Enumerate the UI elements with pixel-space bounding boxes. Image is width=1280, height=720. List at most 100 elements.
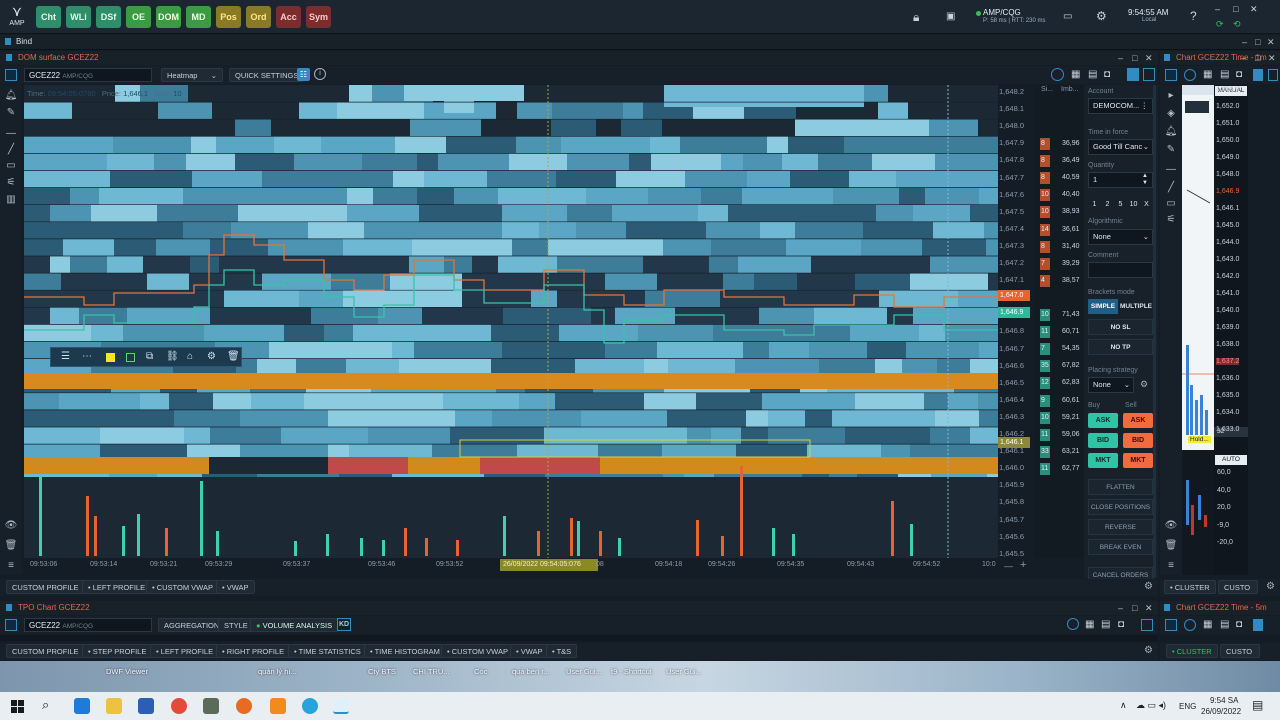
- tpo-maximize-icon[interactable]: □: [1132, 602, 1137, 614]
- dom-row[interactable]: 11 62,77: [1038, 462, 1082, 476]
- quantity-input[interactable]: 1 ▲ ▼: [1088, 172, 1153, 188]
- action-button[interactable]: BREAK EVEN: [1088, 539, 1153, 555]
- rectangle-icon[interactable]: ▭: [4, 159, 18, 173]
- tpo-minimize-icon[interactable]: –: [1118, 602, 1123, 614]
- connection-icon[interactable]: ▣: [946, 10, 955, 24]
- desktop-shortcut-label[interactable]: t9 - Shortcut: [611, 667, 652, 676]
- qty-preset-button[interactable]: 2: [1102, 199, 1113, 210]
- window-close-icon[interactable]: ✕: [1267, 36, 1275, 48]
- tpo-style-button[interactable]: STYLE: [218, 618, 254, 632]
- search-icon[interactable]: ⌕: [42, 697, 49, 713]
- buy-market-button[interactable]: MKT: [1088, 453, 1118, 468]
- chart-tab-cluster[interactable]: • CLUSTER: [1164, 580, 1216, 594]
- tpo-grid-icon[interactable]: ▦: [1085, 618, 1094, 632]
- camera-icon[interactable]: ◘: [1104, 68, 1110, 82]
- tpo-layout-icon[interactable]: [1141, 619, 1153, 631]
- chrome-icon[interactable]: [171, 698, 187, 714]
- dom-row[interactable]: 7 54,35: [1038, 342, 1082, 356]
- order-panel-scrollbar[interactable]: [1153, 85, 1156, 578]
- handle-icon[interactable]: ☰: [61, 351, 70, 362]
- panel-minimize-icon[interactable]: –: [1118, 52, 1123, 64]
- algo-select[interactable]: None ⌄: [1088, 229, 1153, 245]
- layout-left-icon[interactable]: [1127, 68, 1139, 81]
- top-button-9[interactable]: Sym: [306, 6, 331, 28]
- chart-maximize-icon[interactable]: □: [1255, 52, 1260, 64]
- clone-icon[interactable]: ⧉: [146, 351, 153, 362]
- dom-bottom-tab[interactable]: CUSTOM PROFILE: [6, 580, 85, 594]
- ruler-icon[interactable]: ▥: [4, 193, 18, 207]
- dom-row[interactable]: 10 59,21: [1038, 411, 1082, 425]
- chart-hline-icon[interactable]: —: [1164, 163, 1178, 177]
- sell-ask-button[interactable]: ASK: [1123, 413, 1153, 428]
- symbol-selector[interactable]: GCEZ22 AMP/CQG: [24, 68, 152, 82]
- gear-icon[interactable]: ⚙: [1096, 9, 1107, 23]
- chart-rect-icon[interactable]: ▭: [1164, 197, 1178, 211]
- bell-icon[interactable]: 🔔︎: [4, 89, 18, 103]
- top-button-8[interactable]: Acc: [276, 6, 301, 28]
- dom-row[interactable]: 33 63,21: [1038, 445, 1082, 459]
- qty-preset-button[interactable]: X: [1141, 199, 1152, 210]
- chart-layout2-icon[interactable]: [1268, 69, 1278, 81]
- chart-link-icon[interactable]: [1164, 54, 1170, 61]
- zoom-out-icon[interactable]: —: [1004, 561, 1013, 571]
- tray-chevron-icon[interactable]: ∧: [1120, 700, 1127, 711]
- chart-layers-icon[interactable]: ◈: [1164, 107, 1178, 121]
- chart-trash-icon[interactable]: 🗑︎: [1164, 539, 1178, 553]
- zoom-icon[interactable]: [1051, 68, 1064, 81]
- dom-row[interactable]: 12 62,83: [1038, 376, 1082, 390]
- tpo-volume-analysis-button[interactable]: ● VOLUME ANALYSIS: [250, 618, 339, 632]
- top-button-3[interactable]: OE: [126, 6, 151, 28]
- top-button-2[interactable]: DSf: [96, 6, 121, 28]
- dom-bottom-tab[interactable]: • LEFT PROFILE: [82, 580, 152, 594]
- chart-layout-icon[interactable]: [1253, 69, 1263, 81]
- foxit-icon[interactable]: [270, 698, 286, 714]
- layout-right-icon[interactable]: [1143, 68, 1155, 81]
- dom-row[interactable]: 8 36,49: [1038, 154, 1082, 168]
- tpo-camera-icon[interactable]: ◘: [1118, 618, 1124, 632]
- top-button-0[interactable]: Cht: [36, 6, 61, 28]
- sell-bid-button[interactable]: BID: [1123, 433, 1153, 448]
- dom-row[interactable]: 35 67,82: [1038, 359, 1082, 373]
- desktop-shortcut-label[interactable]: quả bèn t...: [512, 667, 550, 676]
- top-button-4[interactable]: DOM: [156, 6, 181, 28]
- chart5-print-icon[interactable]: ▤: [1220, 618, 1229, 632]
- edge-icon[interactable]: [74, 698, 90, 714]
- print-icon[interactable]: ▤: [1088, 68, 1097, 82]
- qty-preset-button[interactable]: 1: [1089, 199, 1100, 210]
- heatmap-area[interactable]: Time: 09:54:05:0760 Price: 1,646.1 Size:…: [24, 85, 998, 558]
- top-button-5[interactable]: MD: [186, 6, 211, 28]
- multiple-bracket-button[interactable]: MULTIPLE: [1119, 299, 1153, 314]
- trend-line-icon[interactable]: ╱: [4, 143, 18, 157]
- dom-row[interactable]: 4 38,57: [1038, 274, 1082, 288]
- tpo-aggregation-button[interactable]: AGGREGATION: [158, 618, 226, 632]
- desktop-shortcut-label[interactable]: CHI TRU...: [413, 667, 450, 676]
- qty-preset-button[interactable]: 10: [1128, 199, 1139, 210]
- help-icon[interactable]: ?: [1190, 9, 1197, 23]
- language-indicator[interactable]: ENG: [1179, 702, 1196, 711]
- panel-maximize-icon[interactable]: □: [1132, 52, 1137, 64]
- dom-row[interactable]: 11 59,06: [1038, 428, 1082, 442]
- tray-icons[interactable]: ☁ ▭ ◂): [1136, 700, 1166, 711]
- dom-row[interactable]: 10 71,43: [1038, 308, 1082, 322]
- delete-icon[interactable]: 🗑︎: [227, 351, 240, 362]
- chart-plot[interactable]: Hold...: [1182, 85, 1214, 575]
- settings-grid-icon[interactable]: ☷: [297, 68, 310, 81]
- tpo-close-icon[interactable]: ✕: [1145, 602, 1153, 614]
- file-explorer-icon[interactable]: [106, 698, 122, 714]
- dom-row[interactable]: 14 36,61: [1038, 223, 1082, 237]
- notifications-icon[interactable]: ▤: [1252, 698, 1263, 712]
- tpo-bottom-tab[interactable]: • TIME STATISTICS: [288, 644, 367, 658]
- menu-icon[interactable]: ≡: [4, 559, 18, 573]
- sidebar-toggle-icon[interactable]: [5, 69, 17, 81]
- comment-input[interactable]: [1088, 262, 1153, 278]
- tpo-bottom-tab[interactable]: • TIME HISTOGRAM: [364, 644, 446, 658]
- firefox-icon[interactable]: [236, 698, 252, 714]
- dom-row[interactable]: [1038, 291, 1082, 305]
- desktop-shortcut-label[interactable]: User Gui...: [666, 667, 702, 676]
- tpo-bottom-tab[interactable]: • STEP PROFILE: [82, 644, 153, 658]
- no-tp-button[interactable]: NO TP: [1088, 339, 1153, 355]
- object-settings-icon[interactable]: ⚙: [207, 351, 216, 362]
- chat-icon[interactable]: ▭: [1063, 10, 1072, 24]
- desktop-shortcut-label[interactable]: Cóc: [474, 667, 487, 676]
- action-button[interactable]: FLATTEN: [1088, 479, 1153, 495]
